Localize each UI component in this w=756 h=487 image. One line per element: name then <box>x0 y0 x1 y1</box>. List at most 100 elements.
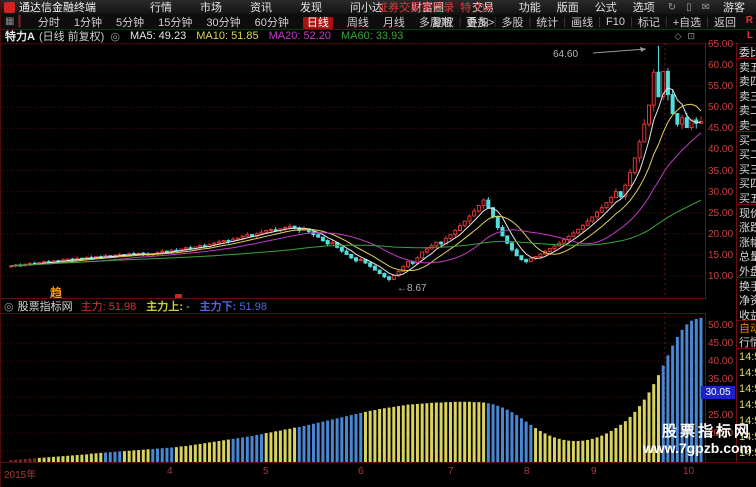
period-tab-分时[interactable]: 分时 <box>38 17 60 29</box>
menu-right-item-2[interactable]: 公式 <box>595 2 617 14</box>
chart-corner-icons[interactable]: ◇⊡ <box>675 31 701 42</box>
menu-item-2[interactable]: 资讯 <box>250 2 272 14</box>
ma-legend: MA5: 49.23 MA10: 51.85 MA20: 52.20 MA60: 33… <box>120 30 403 42</box>
month-label-9: 9 <box>591 466 597 477</box>
refresh-icon[interactable]: ↻ <box>668 2 676 13</box>
tool-画线[interactable]: 画线 <box>571 14 593 30</box>
toolbar-separator: | <box>563 15 567 28</box>
price-tick: 10.00 <box>708 270 734 282</box>
toolbar-separator: | <box>706 15 709 28</box>
indicator-tick: 25.00 <box>708 410 734 421</box>
tick-time: 14:5 <box>739 399 756 411</box>
toolbar-separator: | <box>528 15 532 28</box>
month-label-6: 6 <box>358 466 364 477</box>
menubar: 通达信金融终端 行情 市场 资讯 发现 问小达 财富圈 交易 证券交易未登录 特 力A 功能… <box>1 0 756 14</box>
toolbar-separator: | <box>458 15 462 28</box>
diamond-icon[interactable]: ◇ <box>675 31 688 41</box>
period-tab-15分钟[interactable]: 15分钟 <box>158 17 192 29</box>
tool-标记[interactable]: 标记 <box>638 14 660 30</box>
ma-legend-2: MA20: 52.20 <box>268 30 331 42</box>
month-label-4: 4 <box>167 466 173 477</box>
quote-divider <box>737 130 756 132</box>
quote-row-卖二: 卖二 <box>739 105 756 118</box>
menu-right-item-1[interactable]: 版面 <box>557 2 579 14</box>
window-icon[interactable]: ⊡ <box>687 31 701 41</box>
period-tab-日线[interactable]: 日线 <box>302 16 333 29</box>
quote-divider <box>737 57 756 59</box>
indicator-tick: 50.00 <box>708 320 734 331</box>
period-tab-5分钟[interactable]: 5分钟 <box>116 17 144 29</box>
menu-item-1[interactable]: 市场 <box>200 2 222 14</box>
quote-divider <box>737 203 756 205</box>
mail-icon[interactable]: ✉ <box>702 2 710 13</box>
tick-time: 14:5 <box>739 367 756 379</box>
corner-badge-r[interactable]: R <box>746 15 753 26</box>
quote-row-卖三: 卖三 <box>739 90 756 103</box>
ma-legend-0: MA5: 49.23 <box>129 30 187 42</box>
date-axis: 2015年 4 5 6 7 8 9 10 <box>1 462 756 481</box>
indicator-settings-icon[interactable]: ◎ <box>110 30 120 43</box>
tdx-terminal-window: 通达信金融终端 行情 市场 资讯 发现 问小达 财富圈 交易 证券交易未登录 特 力A 功能… <box>0 0 756 487</box>
indicator-tick: 40.00 <box>708 356 734 367</box>
quote-row-现价: 现价 <box>739 207 756 220</box>
tool-+自选[interactable]: +自选 <box>673 14 701 30</box>
toolbar-separator: | <box>629 15 633 28</box>
price-tick: 50.00 <box>708 102 734 114</box>
menubar-right: 证券交易未登录 特 力A 功能 版面 公式 选项 ↻ ▯ ✉ 游客 <box>377 0 753 15</box>
quote-row-涨跌: 涨跌 <box>739 222 756 235</box>
svg-text:64.60: 64.60 <box>553 49 578 60</box>
period-tab-月线[interactable]: 月线 <box>383 17 405 29</box>
period-tab-周线[interactable]: 周线 <box>347 17 369 29</box>
price-tick: 15.00 <box>708 249 734 261</box>
quote-row-换手: 换手 <box>739 280 756 293</box>
quote-row-买一: 买一 <box>739 134 756 147</box>
indicator-eye-icon[interactable]: ◎ <box>4 300 14 313</box>
month-label-8: 8 <box>524 466 530 477</box>
ma-legend-3: MA60: 33.93 <box>340 30 404 42</box>
tool-多股[interactable]: 多股 <box>501 14 523 30</box>
menu-right-item-0[interactable]: 功能 <box>519 2 541 14</box>
mobile-icon[interactable]: ▯ <box>686 2 692 13</box>
main-chart-canvas: 64.60 ←8.67 <box>1 43 705 298</box>
indicator-tick: 45.00 <box>708 338 734 349</box>
quote-row-买二: 买二 <box>739 149 756 162</box>
tick-time: 14:5 <box>739 383 756 395</box>
main-chart[interactable]: 64.60 ←8.67 <box>1 43 706 298</box>
toolbar-separator: ▎ <box>18 16 27 28</box>
quote-row-涨幅: 涨幅 <box>739 236 756 249</box>
menu-right-item-3[interactable]: 选项 <box>633 2 655 14</box>
period-tab-1分钟[interactable]: 1分钟 <box>74 17 102 29</box>
app-logo-icon[interactable] <box>4 1 15 13</box>
tool-复权[interactable]: 复权 <box>432 14 454 30</box>
period-tab-60分钟[interactable]: 60分钟 <box>255 17 289 29</box>
tool-返回[interactable]: 返回 <box>714 14 736 30</box>
period-toolbar-right: 复权 | 叠加 | 多股 | 统计 | 画线 | F10 | 标记 | +自选 | 返回 <box>427 14 741 29</box>
price-tick: 35.00 <box>708 165 734 177</box>
toolbar-separator: | <box>664 15 668 28</box>
price-tick: 45.00 <box>708 123 734 135</box>
chart-subtitle: (日线 前复权) <box>38 31 105 43</box>
month-label-5: 5 <box>263 466 269 477</box>
quote-row-买四: 买四 <box>739 178 756 191</box>
quote-divider <box>737 276 756 278</box>
menu-item-3[interactable]: 发现 <box>300 2 322 14</box>
current-value-box: 30.05 <box>701 386 735 399</box>
quote-row-卖四: 卖四 <box>739 76 756 89</box>
period-tab-30分钟[interactable]: 30分钟 <box>206 17 240 29</box>
price-tick: 30.00 <box>708 186 734 198</box>
price-tick: 20.00 <box>708 228 734 240</box>
ma-legend-1: MA10: 51.85 <box>196 30 259 42</box>
tool-统计[interactable]: 统计 <box>536 14 558 30</box>
menu-item-0[interactable]: 行情 <box>150 2 172 14</box>
price-tick: 60.00 <box>708 60 734 72</box>
corner-badge-l: L <box>746 30 753 41</box>
tool-叠加[interactable]: 叠加 <box>467 14 489 30</box>
tool-F10[interactable]: F10 <box>606 16 625 28</box>
price-tick: 55.00 <box>708 81 734 93</box>
quote-row-净资: 净资 <box>739 295 756 308</box>
tick-time: 14:5 <box>739 351 756 363</box>
price-tick: 65.00 <box>708 39 734 50</box>
chart-title: 特力A <box>5 31 35 43</box>
month-label-10: 10 <box>683 466 695 477</box>
grid-icon[interactable]: ▦ <box>5 16 14 27</box>
